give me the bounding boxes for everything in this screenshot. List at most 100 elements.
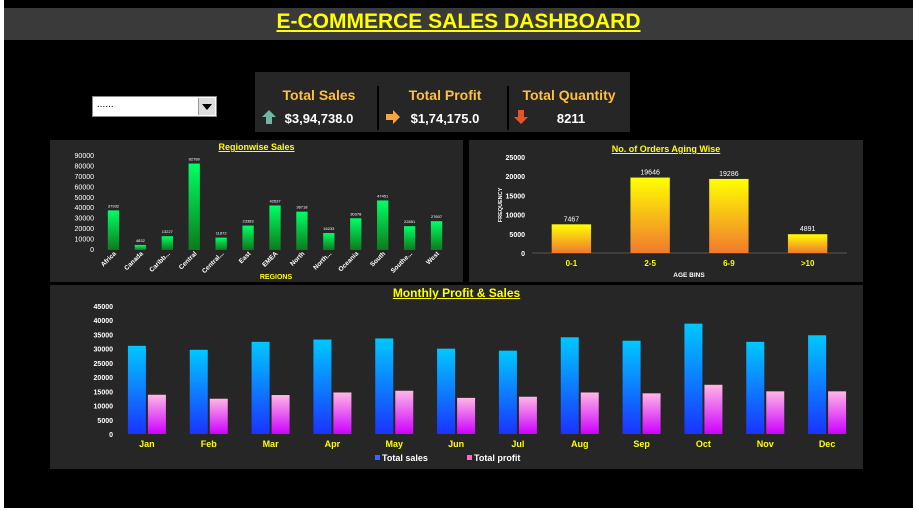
x-axis-label: REGIONS — [260, 274, 293, 281]
aging-bar — [787, 234, 828, 253]
y-tick-label: 0 — [521, 251, 525, 258]
legend-label: Total profit — [474, 453, 520, 463]
aging-bar — [709, 178, 749, 253]
data-label: 16233 — [323, 226, 335, 231]
x-tick-label: West — [425, 250, 441, 266]
data-label: 27607 — [431, 214, 443, 219]
region-bar — [242, 225, 254, 250]
region-bar — [350, 218, 362, 250]
profit-bar — [766, 391, 785, 434]
data-label: 47451 — [377, 193, 389, 198]
x-tick-label: Dec — [819, 439, 836, 449]
y-tick-label: 20000 — [75, 226, 95, 233]
y-tick-label: 50000 — [75, 195, 95, 202]
y-tick-label: 70000 — [75, 174, 95, 181]
y-tick-label: 60000 — [75, 184, 95, 191]
profit-bar — [147, 394, 166, 434]
x-tick-label: Canada — [123, 250, 145, 272]
aging-chart: 0 5000 10000 15000 20000 25000 7467 0-1 19646 2-5… — [498, 155, 847, 279]
sales-bar — [746, 341, 765, 434]
sales-bar — [375, 338, 394, 434]
region-bar — [269, 205, 281, 250]
kpi-panel: Total Sales $3,94,738.0 Total Profit $1,… — [255, 72, 630, 132]
filter-dropdown-value: ...... — [97, 99, 114, 110]
data-label: 19646 — [640, 170, 660, 177]
kpi-total-sales: Total Sales $3,94,738.0 — [259, 85, 377, 130]
region-bar — [403, 226, 416, 250]
region-bar — [430, 221, 443, 250]
profit-bar — [395, 390, 414, 434]
y-tick-label: 30000 — [94, 347, 114, 354]
x-tick-label: Jun — [448, 439, 464, 449]
x-tick-label: Africa — [100, 250, 118, 268]
aging-chart-panel: No. of Orders Aging Wise 0 5000 10000 15000… — [469, 140, 863, 282]
legend-swatch — [467, 455, 472, 460]
kpi-label: Total Profit — [408, 87, 482, 103]
dashboard-title: E-COMMERCE SALES DASHBOARD — [276, 10, 641, 33]
y-tick-label: 0 — [109, 432, 113, 439]
y-tick-label: 20000 — [94, 375, 114, 382]
x-tick-label: Feb — [201, 439, 218, 449]
data-label: 36718 — [296, 205, 308, 210]
y-tick-label: 25000 — [506, 155, 526, 162]
data-label: 13227 — [162, 229, 174, 234]
sales-bar — [251, 341, 270, 434]
x-tick-label: Caribb... — [148, 250, 171, 273]
sales-bar — [684, 323, 703, 434]
profit-bar — [333, 392, 352, 434]
data-label: 11872 — [216, 231, 228, 236]
region-bar — [161, 236, 173, 250]
y-tick-label: 35000 — [94, 332, 114, 339]
region-bar — [188, 163, 200, 250]
y-axis-label: FREQUENCY — [498, 187, 504, 222]
profit-bar — [457, 397, 476, 434]
data-label: 19286 — [719, 171, 739, 178]
x-tick-label: Southe... — [390, 250, 414, 274]
data-label: 23383 — [243, 219, 255, 224]
x-tick-label: Oceania — [337, 250, 360, 273]
x-tick-label: May — [385, 439, 403, 449]
data-label: 7467 — [564, 216, 580, 223]
y-tick-label: 40000 — [75, 205, 95, 212]
kpi-value: $1,74,175.0 — [410, 111, 480, 126]
kpi-divider — [377, 86, 379, 130]
x-tick-label: South — [369, 250, 387, 268]
x-tick-label: Jan — [139, 439, 155, 449]
kpi-total-profit: Total Profit $1,74,175.0 — [383, 85, 505, 130]
x-tick-label: Apr — [325, 439, 341, 449]
profit-bar — [828, 391, 847, 434]
profit-bar — [271, 395, 290, 434]
kpi-label: Total Sales — [282, 87, 356, 103]
kpi-label: Total Quantity — [522, 87, 616, 103]
kpi-value: 8211 — [556, 111, 586, 126]
x-tick-label: Aug — [571, 439, 589, 449]
x-tick-label: Central... — [201, 250, 226, 275]
y-tick-label: 10000 — [75, 237, 95, 244]
region-bar — [296, 211, 308, 250]
region-bar — [323, 233, 335, 250]
region-bar — [134, 244, 147, 250]
x-tick-label: Jul — [511, 439, 524, 449]
legend-swatch — [375, 455, 380, 460]
kpi-total-quantity: Total Quantity 8211 — [511, 85, 629, 130]
aging-bar — [551, 224, 592, 253]
profit-bar — [704, 384, 723, 434]
y-tick-label: 45000 — [94, 304, 114, 311]
x-tick-label: North... — [312, 250, 333, 271]
chevron-down-icon[interactable] — [198, 98, 215, 115]
x-tick-label: 0-1 — [566, 259, 578, 268]
filter-dropdown[interactable]: ...... — [92, 96, 217, 117]
x-tick-label: 2-5 — [644, 259, 656, 268]
region-bar — [215, 237, 227, 250]
x-tick-label: 6-9 — [723, 259, 735, 268]
monthly-chart-panel: Monthly Profit & Sales 0 5000 10000 15000 20… — [50, 285, 863, 469]
x-tick-label: EMEA — [261, 250, 279, 268]
region-bar — [377, 200, 389, 250]
kpi-value: $3,94,738.0 — [284, 111, 354, 126]
sales-bar — [498, 350, 517, 434]
sales-bar — [127, 345, 146, 434]
y-tick-label: 5000 — [509, 232, 525, 239]
data-label: 42637 — [269, 198, 281, 203]
sales-bar — [189, 349, 208, 434]
x-tick-label: Oct — [696, 439, 711, 449]
